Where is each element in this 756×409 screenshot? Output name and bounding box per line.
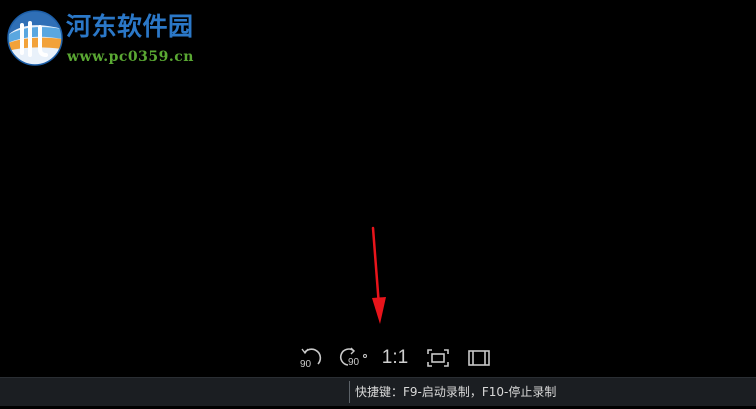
watermark-url: www.pc0359.cn bbox=[67, 49, 194, 65]
app-window: 河东软件园 www.pc0359.cn 90 90 1:1 快捷键：F9-启动录… bbox=[0, 0, 756, 409]
rotate-ccw-label: 90 bbox=[300, 359, 312, 370]
actual-size-button[interactable]: 1:1 bbox=[380, 344, 410, 372]
watermark-title: 河东软件园 bbox=[66, 12, 194, 41]
shortcut-hint: 快捷键：F9-启动录制，F10-停止录制 bbox=[355, 385, 557, 399]
watermark: 河东软件园 www.pc0359.cn bbox=[6, 8, 226, 72]
hedong-logo-icon bbox=[6, 9, 64, 67]
fit-window-button[interactable] bbox=[424, 344, 452, 372]
red-arrow-icon bbox=[362, 222, 394, 330]
rotate-cw-label: 90 bbox=[348, 357, 360, 368]
fullscreen-button[interactable] bbox=[465, 344, 493, 372]
fullscreen-icon bbox=[467, 348, 491, 368]
status-divider bbox=[349, 381, 350, 403]
fit-window-icon bbox=[426, 348, 450, 368]
rotate-ccw-90-button[interactable]: 90 bbox=[297, 344, 325, 372]
status-bar: 快捷键：F9-启动录制，F10-停止录制 bbox=[0, 377, 756, 406]
rotate-cw-90-icon: 90 bbox=[338, 346, 368, 370]
rotate-ccw-90-icon: 90 bbox=[298, 346, 324, 370]
rotate-cw-90-button[interactable]: 90 bbox=[338, 344, 368, 372]
view-controls-toolbar: 90 90 1:1 bbox=[0, 344, 756, 372]
